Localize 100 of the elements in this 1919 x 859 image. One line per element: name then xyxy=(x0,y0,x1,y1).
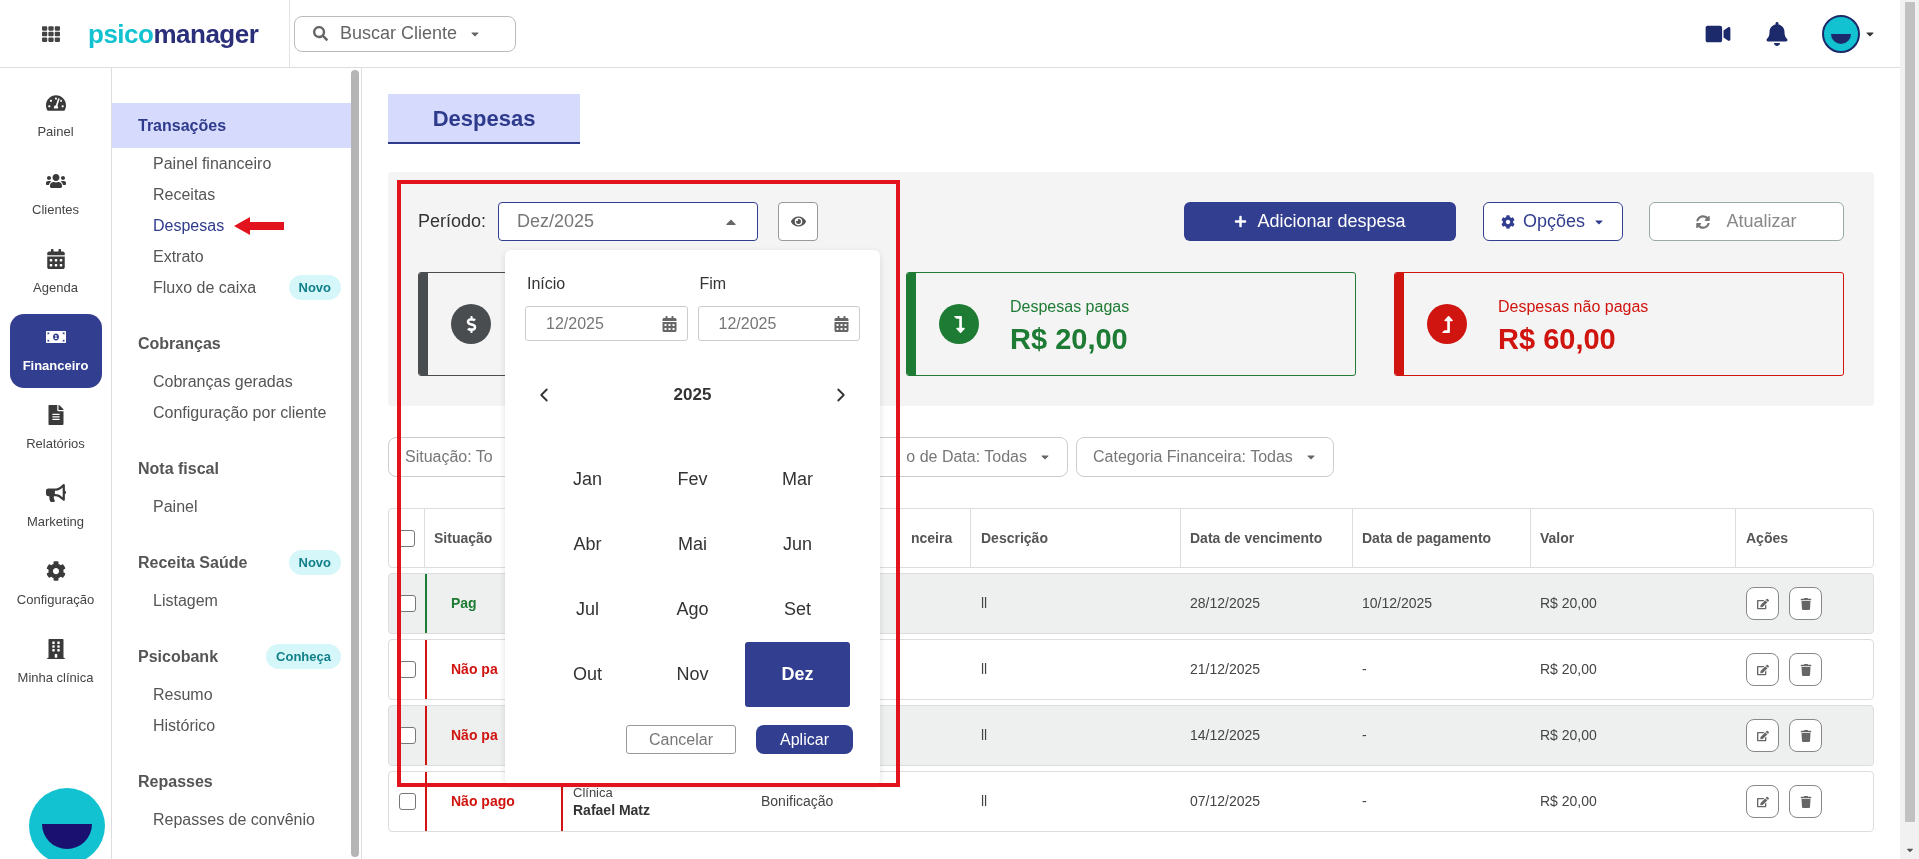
submenu-section-title[interactable]: Nota fiscal xyxy=(112,446,351,491)
table-cell-text: 14/12/2025 xyxy=(1189,726,1262,745)
badge: Conheça xyxy=(266,644,341,669)
search-field[interactable]: Buscar Cliente xyxy=(294,15,516,52)
table-cell-text: - xyxy=(1361,660,1368,679)
calendar-icon xyxy=(45,248,66,269)
nav-rail-item[interactable]: Painel xyxy=(9,80,102,154)
status-text: Não pa xyxy=(451,726,498,745)
assistant-avatar-icon[interactable] xyxy=(28,787,106,859)
submenu-item[interactable]: Fluxo de caixa xyxy=(153,277,257,298)
period-select[interactable]: Dez/2025 xyxy=(498,202,759,241)
nav-rail-item[interactable]: Minha clínica xyxy=(9,626,102,700)
month-option[interactable]: Dez xyxy=(745,642,850,707)
logo[interactable]: psicomanager xyxy=(88,20,259,47)
edit-icon xyxy=(1756,729,1769,742)
table-cell-text: - xyxy=(1361,726,1368,745)
submenu-item[interactable]: Painel financeiro xyxy=(153,153,272,174)
edit-button[interactable] xyxy=(1746,653,1779,686)
edit-button[interactable] xyxy=(1746,719,1779,752)
nav-rail-item[interactable]: Relatórios xyxy=(9,392,102,466)
submenu-item[interactable]: Despesas xyxy=(153,215,225,236)
building-icon xyxy=(45,638,66,659)
status-text: Não pa xyxy=(451,660,498,679)
trash-icon xyxy=(1799,795,1812,808)
submenu-item[interactable]: Resumo xyxy=(153,684,213,705)
table-row[interactable]: Não pago Clínica Rafael Matz Bonificação ll 07/12/2025 - R$ 20,00 xyxy=(388,771,1874,832)
submenu-section-title[interactable]: Repasses xyxy=(112,759,351,804)
edit-icon xyxy=(1756,795,1769,808)
avatar-icon[interactable] xyxy=(1822,14,1860,53)
table-cell-text: R$ 20,00 xyxy=(1539,792,1598,811)
edit-button[interactable] xyxy=(1746,587,1779,620)
edit-icon xyxy=(1756,663,1769,676)
submenu-item[interactable]: Cobranças geradas xyxy=(153,371,293,392)
edit-icon xyxy=(1756,597,1769,610)
notification-bell-icon[interactable] xyxy=(1766,21,1788,46)
submenu-item[interactable]: Extrato xyxy=(153,246,204,267)
submenu-item[interactable]: Histórico xyxy=(153,715,216,736)
cancel-button[interactable]: Cancelar xyxy=(626,725,736,754)
table-cell-text: ll xyxy=(980,792,989,811)
plus-icon xyxy=(1234,215,1248,228)
submenu-item[interactable]: Configuração por cliente xyxy=(153,402,327,423)
submenu-item[interactable]: Receitas xyxy=(153,184,216,205)
nav-rail-item[interactable]: Marketing xyxy=(9,470,102,544)
delete-button[interactable] xyxy=(1789,719,1822,752)
column-header: Data de vencimento xyxy=(1181,509,1353,567)
column-header: Ações xyxy=(1745,528,1790,548)
visibility-button[interactable] xyxy=(778,202,819,241)
submenu-section-title[interactable]: Cobranças xyxy=(112,321,351,366)
nav-rail-item[interactable]: Configuração xyxy=(9,548,102,622)
status-text: Pag xyxy=(451,594,477,613)
delete-button[interactable] xyxy=(1789,653,1822,686)
year-label: 2025 xyxy=(673,384,712,407)
table-cell: Bonificação xyxy=(761,793,834,809)
field-label: Fim xyxy=(698,274,728,294)
column-header: Descrição xyxy=(971,509,1181,567)
calendar-icon xyxy=(661,315,677,332)
page-tab[interactable]: Despesas xyxy=(388,94,580,144)
delete-button[interactable] xyxy=(1789,785,1822,818)
refresh-button[interactable]: Atualizar xyxy=(1649,202,1844,241)
card-label: Despesas pagas xyxy=(1010,296,1130,317)
apps-menu-icon[interactable] xyxy=(42,24,60,43)
badge: Novo xyxy=(288,550,341,575)
period-label: Período: xyxy=(418,210,487,233)
nav-rail-item[interactable]: Financeiro xyxy=(9,314,102,388)
edit-button[interactable] xyxy=(1746,785,1779,818)
status-text: Não pago xyxy=(451,792,515,811)
table-cell-text: - xyxy=(1361,792,1368,811)
submenu-item[interactable]: Repasses de convênio xyxy=(153,809,315,830)
table-cell-text: 28/12/2025 xyxy=(1189,594,1262,613)
card-amount: R$ 60,00 xyxy=(1498,324,1617,354)
add-expense-button[interactable]: Adicionar despesa xyxy=(1184,202,1456,241)
submenu-section-title[interactable]: Receita Saúde Novo xyxy=(112,540,351,585)
row-checkbox[interactable] xyxy=(398,793,416,810)
month-option[interactable]: Fev xyxy=(640,447,745,512)
nav-rail-item[interactable]: Clientes xyxy=(9,158,102,232)
filter-dropdown[interactable]: Categoria Financeira: Todas xyxy=(1076,437,1334,477)
options-button[interactable]: Opções xyxy=(1483,202,1623,241)
column-header: Data de pagamento xyxy=(1353,509,1531,567)
table-cell-text: 10/12/2025 xyxy=(1361,594,1434,613)
table-cell-text: R$ 20,00 xyxy=(1539,660,1598,679)
trash-icon xyxy=(1799,729,1812,742)
pointer-arrow-icon xyxy=(234,214,285,237)
submenu-item[interactable]: Listagem xyxy=(153,590,218,611)
scrollbar[interactable] xyxy=(351,70,359,857)
nav-rail-item[interactable]: Agenda xyxy=(9,236,102,310)
refresh-icon xyxy=(1696,214,1711,229)
submenu-item[interactable]: Painel xyxy=(153,496,198,517)
apply-button[interactable]: Aplicar xyxy=(756,725,853,754)
month-input-field[interactable]: 12/2025 xyxy=(697,306,860,341)
submenu-section-title[interactable]: Psicobank Conheça xyxy=(112,634,351,679)
eye-icon xyxy=(790,214,806,229)
submenu-section-title[interactable]: Transações xyxy=(112,103,351,148)
settings-icon xyxy=(45,560,66,581)
month-option[interactable]: Mar xyxy=(745,447,850,512)
settings-icon xyxy=(1500,214,1515,229)
delete-button[interactable] xyxy=(1789,587,1822,620)
page-scrollbar[interactable] xyxy=(1900,0,1919,859)
month-input-field[interactable]: 12/2025 xyxy=(525,306,688,341)
table-cell-text: 07/12/2025 xyxy=(1189,792,1262,811)
column-header: Situação xyxy=(433,528,494,548)
